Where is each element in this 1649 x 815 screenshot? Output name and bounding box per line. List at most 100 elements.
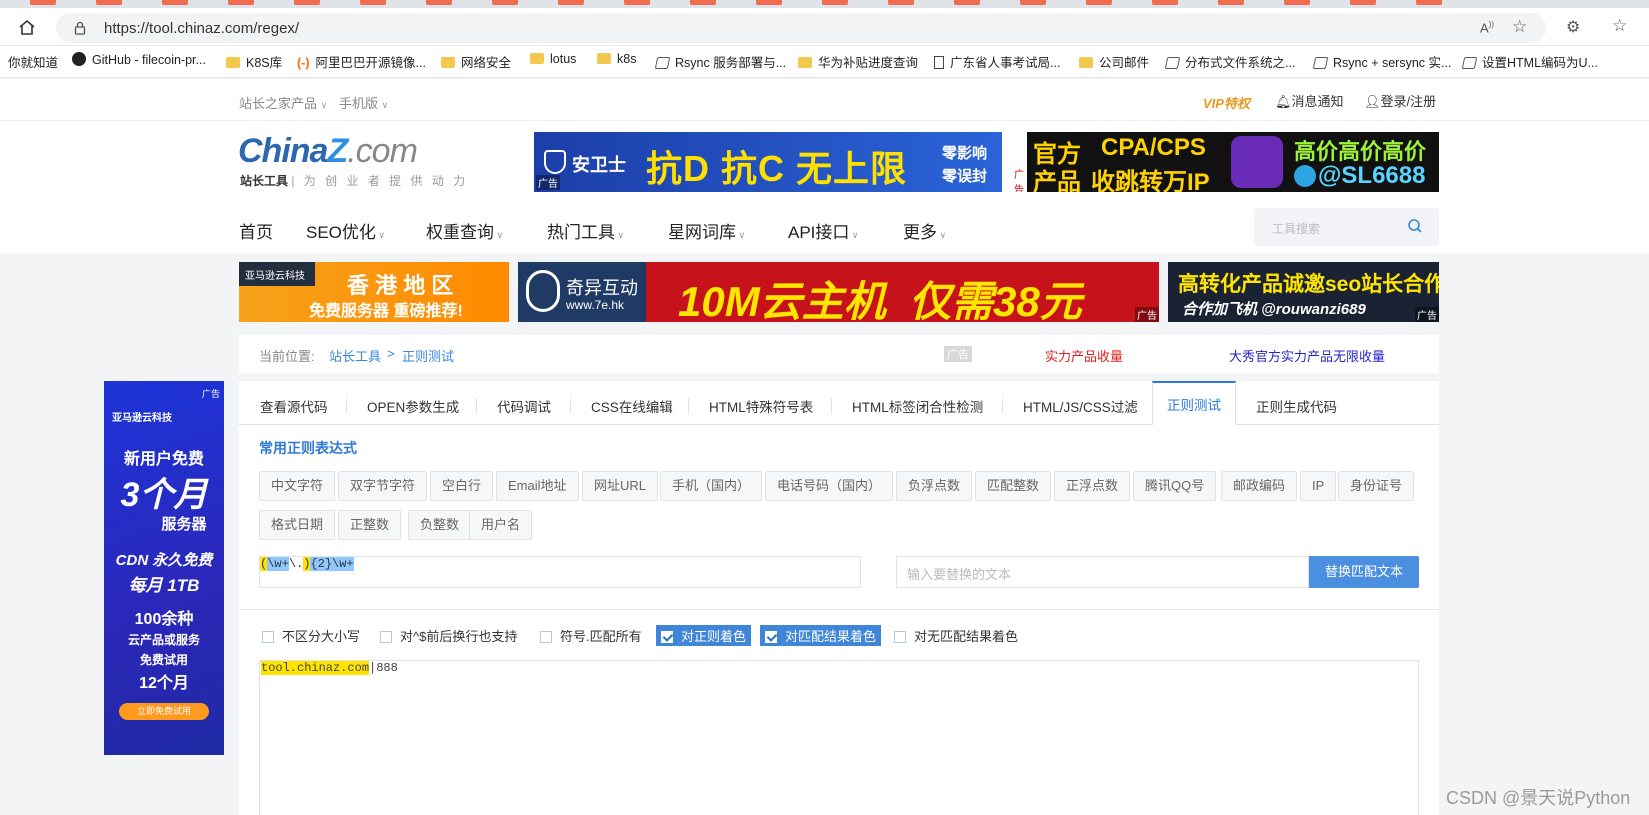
bookmark-item[interactable]: Rsync + sersync 实... — [1312, 52, 1451, 71]
preset-qq[interactable]: 腾讯QQ号 — [1133, 471, 1217, 501]
option-dotall[interactable]: 符号.匹配所有 — [540, 626, 642, 645]
telegram-handle: @SL6688 — [1294, 162, 1425, 190]
ad-text-link[interactable]: 大秀官方实力产品无限收量 — [1229, 346, 1385, 365]
checkbox-checked[interactable] — [765, 631, 777, 643]
url-text[interactable]: https://tool.chinaz.com/regex/ — [104, 20, 299, 37]
preset-blank-line[interactable]: 空白行 — [430, 471, 494, 501]
extensions-icon[interactable]: ⚙ — [1566, 17, 1580, 37]
ad-banner-anweishi[interactable]: 安卫士 抗D 抗C 无上限 零影响 零误封 广告 — [534, 132, 1002, 192]
tab-filter[interactable]: HTML/JS/CSS过滤 — [1023, 396, 1138, 416]
bookmark-item[interactable]: 分布式文件系统之... — [1164, 52, 1295, 71]
preset-username[interactable]: 用户名 — [469, 510, 533, 540]
option-multiline[interactable]: 对^$前后换行也支持 — [380, 626, 517, 645]
bookmark-item[interactable]: (-) 阿里巴巴开源镜像... — [297, 52, 426, 71]
preset-chinese-chars[interactable]: 中文字符 — [259, 471, 336, 501]
ad-seo-partner[interactable]: 高转化产品诚邀seo站长合作 合作加飞机 @rouwanzi689 广告 — [1168, 262, 1439, 322]
home-icon[interactable] — [18, 19, 36, 35]
notify-link[interactable]: 🔔︎消息通知 — [1275, 91, 1344, 110]
breadcrumb: 当前位置: 站长工具 > 正则测试 广告 实力产品收量 大秀官方实力产品无限收量 — [239, 335, 1439, 373]
folder-icon — [1079, 57, 1093, 68]
preset-phone[interactable]: 电话号码（国内） — [765, 471, 894, 501]
bookmark-item[interactable]: 华为补贴进度查询 — [798, 52, 918, 71]
bookmark-item[interactable]: lotus — [530, 52, 576, 66]
page-icon — [654, 57, 671, 69]
favorites-icon[interactable]: ☆ — [1612, 16, 1627, 36]
preset-neg-float[interactable]: 负浮点数 — [896, 471, 973, 501]
ad-qiyi-cloud[interactable]: 奇异互动 www.7e.hk 10M云主机 仅需38元 广告 — [518, 262, 1159, 322]
breadcrumb-current[interactable]: 正则测试 — [402, 346, 454, 365]
tab-html-symbols[interactable]: HTML特殊符号表 — [709, 396, 813, 416]
preset-mobile[interactable]: 手机（国内） — [660, 471, 763, 501]
bookmark-item[interactable]: K8S库 — [226, 52, 282, 71]
preset-double-byte[interactable]: 双字节字符 — [338, 471, 428, 501]
preset-url[interactable]: 网址URL — [582, 471, 659, 501]
nav-api[interactable]: API接口 ∨ — [788, 218, 859, 243]
bookmark-item[interactable]: GitHub - filecoin-pr... — [72, 52, 206, 67]
option-color-regex[interactable]: 对正则着色 — [656, 625, 752, 646]
preset-id-card[interactable]: 身份证号 — [1338, 471, 1415, 501]
bookmark-item[interactable]: Rsync 服务部署与... — [654, 52, 786, 71]
tab-open-params[interactable]: OPEN参数生成 — [367, 396, 459, 416]
login-link[interactable]: 👤︎登录/注册 — [1364, 91, 1436, 110]
option-color-nomatch[interactable]: 对无匹配结果着色 — [894, 626, 1018, 645]
ad-text-link[interactable]: 实力产品收量 — [1045, 346, 1123, 365]
checkbox[interactable] — [540, 631, 552, 643]
browser-tab-strip[interactable] — [0, 0, 1649, 8]
tool-search-input[interactable]: 工具搜索 — [1254, 208, 1439, 246]
nav-seo[interactable]: SEO优化 ∨ — [306, 218, 385, 243]
ad-amazon-hk[interactable]: 亚马逊云科技 香 港 地 区 免费服务器 重磅推荐! — [239, 262, 509, 322]
read-aloud-icon[interactable]: A)) — [1480, 20, 1494, 35]
mobile-menu[interactable]: 手机版 ∨ — [339, 93, 388, 112]
nav-wordbank[interactable]: 星网词库 ∨ — [668, 218, 745, 243]
chinaz-logo[interactable]: ChinaZ.com — [238, 132, 418, 171]
vip-link[interactable]: VIP特权 — [1203, 93, 1250, 112]
preset-pos-float[interactable]: 正浮点数 — [1054, 471, 1131, 501]
unmatched-text: |888 — [369, 661, 398, 675]
ad-banner-cpa[interactable]: 广告 官方 产品 CPA/CPS 收跳转万IP 高价高价高价 @SL6688 — [1011, 132, 1439, 192]
favorite-star-icon[interactable]: ☆ — [1512, 17, 1527, 37]
tab-html-close-check[interactable]: HTML标签闭合性检测 — [852, 396, 983, 416]
shield-icon — [544, 150, 566, 174]
replace-matches-button[interactable]: 替换匹配文本 — [1309, 556, 1419, 588]
tab-regex-codegen[interactable]: 正则生成代码 — [1256, 396, 1337, 416]
regex-input[interactable]: (\w+\.){2}\w+ — [259, 556, 861, 588]
bookmark-item[interactable]: 设置HTML编码为U... — [1461, 52, 1598, 71]
preset-date[interactable]: 格式日期 — [259, 510, 336, 540]
option-ignore-case[interactable]: 不区分大小写 — [262, 626, 360, 645]
document-icon — [934, 56, 944, 69]
nav-home[interactable]: 首页 — [239, 218, 273, 243]
preset-pos-int[interactable]: 正整数 — [338, 510, 402, 540]
nav-more[interactable]: 更多 ∨ — [903, 218, 946, 243]
test-text-area[interactable]: tool.chinaz.com|888 — [259, 660, 1419, 815]
replace-text-input[interactable]: 输入要替换的文本 — [896, 556, 1309, 588]
side-ad-amazon[interactable]: 广告 亚马逊云科技 新用户免费 3个月 服务器 CDN 永久免费 每月 1TB … — [104, 381, 224, 755]
preset-integer[interactable]: 匹配整数 — [975, 471, 1052, 501]
option-color-matches[interactable]: 对匹配结果着色 — [760, 625, 882, 646]
qiyi-logo-icon — [526, 270, 560, 312]
bookmark-item[interactable]: k8s — [597, 52, 636, 66]
checkbox[interactable] — [380, 631, 392, 643]
preset-neg-int[interactable]: 负整数 — [408, 510, 472, 540]
bookmark-item[interactable]: 公司邮件 — [1079, 52, 1149, 71]
tab-separator — [346, 398, 347, 414]
checkbox[interactable] — [262, 631, 274, 643]
bookmark-item[interactable]: 网络安全 — [441, 52, 511, 71]
checkbox[interactable] — [894, 631, 906, 643]
tab-view-source[interactable]: 查看源代码 — [260, 396, 328, 416]
free-trial-button[interactable]: 立即免费试用 — [119, 703, 209, 720]
checkbox-checked[interactable] — [661, 631, 673, 643]
lock-icon[interactable] — [74, 21, 86, 38]
tab-code-debug[interactable]: 代码调试 — [497, 396, 551, 416]
preset-ip[interactable]: IP — [1300, 471, 1337, 501]
bookmark-item[interactable]: 你就知道 — [8, 52, 58, 71]
tab-regex-test[interactable]: 正则测试 — [1167, 394, 1221, 414]
search-icon[interactable] — [1407, 218, 1423, 237]
nav-hot-tools[interactable]: 热门工具 ∨ — [547, 218, 624, 243]
breadcrumb-root-link[interactable]: 站长工具 — [329, 346, 381, 365]
preset-email[interactable]: Email地址 — [496, 471, 579, 501]
bookmark-item[interactable]: 广东省人事考试局... — [934, 52, 1060, 71]
nav-weight[interactable]: 权重查询 ∨ — [426, 218, 503, 243]
products-menu[interactable]: 站长之家产品 ∨ — [239, 93, 327, 112]
tab-css-editor[interactable]: CSS在线编辑 — [591, 396, 673, 416]
preset-postcode[interactable]: 邮政编码 — [1221, 471, 1298, 501]
